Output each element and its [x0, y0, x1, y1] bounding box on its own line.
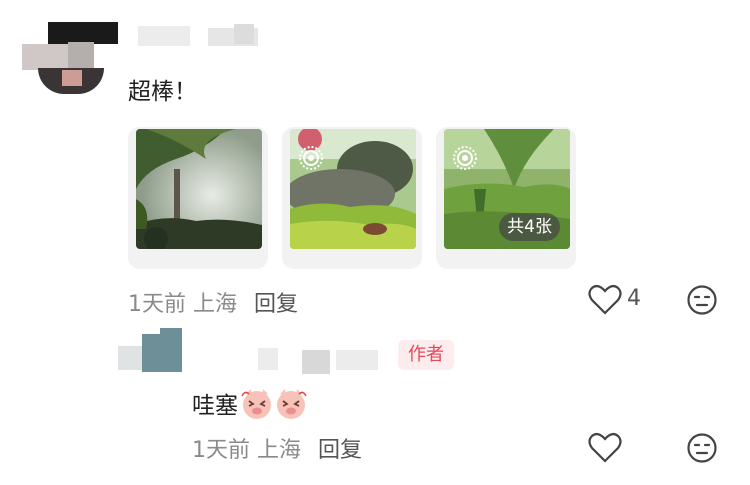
cheering-pig-sticker: [274, 386, 308, 420]
comment-image-3[interactable]: 共4张: [436, 127, 576, 269]
emoji-reaction-icon[interactable]: [686, 432, 718, 468]
comment-location: 上海: [193, 292, 238, 317]
commenter-name-blurred[interactable]: [138, 24, 258, 48]
reply-button[interactable]: 回复: [318, 438, 362, 463]
image-count-badge: 共4张: [499, 213, 560, 241]
comment-text: 超棒！: [128, 79, 197, 105]
comment-meta: 1天前 上海 回复: [128, 286, 298, 318]
reply-time: 1天前: [192, 438, 250, 463]
reply-author-name-blurred[interactable]: [258, 344, 386, 376]
reply-button[interactable]: 回复: [254, 292, 298, 317]
reply-text-row: 哇塞: [192, 386, 308, 420]
like-count: 4: [627, 286, 641, 311]
comment-image-1[interactable]: [128, 127, 268, 269]
author-badge: 作者: [398, 340, 454, 370]
commenter-avatar[interactable]: [22, 22, 118, 94]
live-photo-icon: [298, 145, 324, 171]
reply-meta: 1天前 上海 回复: [192, 432, 362, 464]
emoji-reaction-icon[interactable]: [686, 284, 718, 320]
heart-icon[interactable]: [588, 284, 622, 320]
comment-time: 1天前: [128, 292, 186, 317]
heart-icon[interactable]: [588, 432, 622, 468]
green-field-photo: 共4张: [444, 129, 570, 249]
misty-forest-photo: [136, 129, 262, 249]
mossy-rock-photo: [290, 129, 416, 249]
live-photo-icon: [452, 145, 478, 171]
cheering-pig-sticker: [240, 386, 274, 420]
reply-location: 上海: [257, 438, 302, 463]
reply-text: 哇塞: [192, 393, 238, 419]
comment-image-2[interactable]: [282, 127, 422, 269]
reply-author-avatar[interactable]: [118, 324, 182, 376]
